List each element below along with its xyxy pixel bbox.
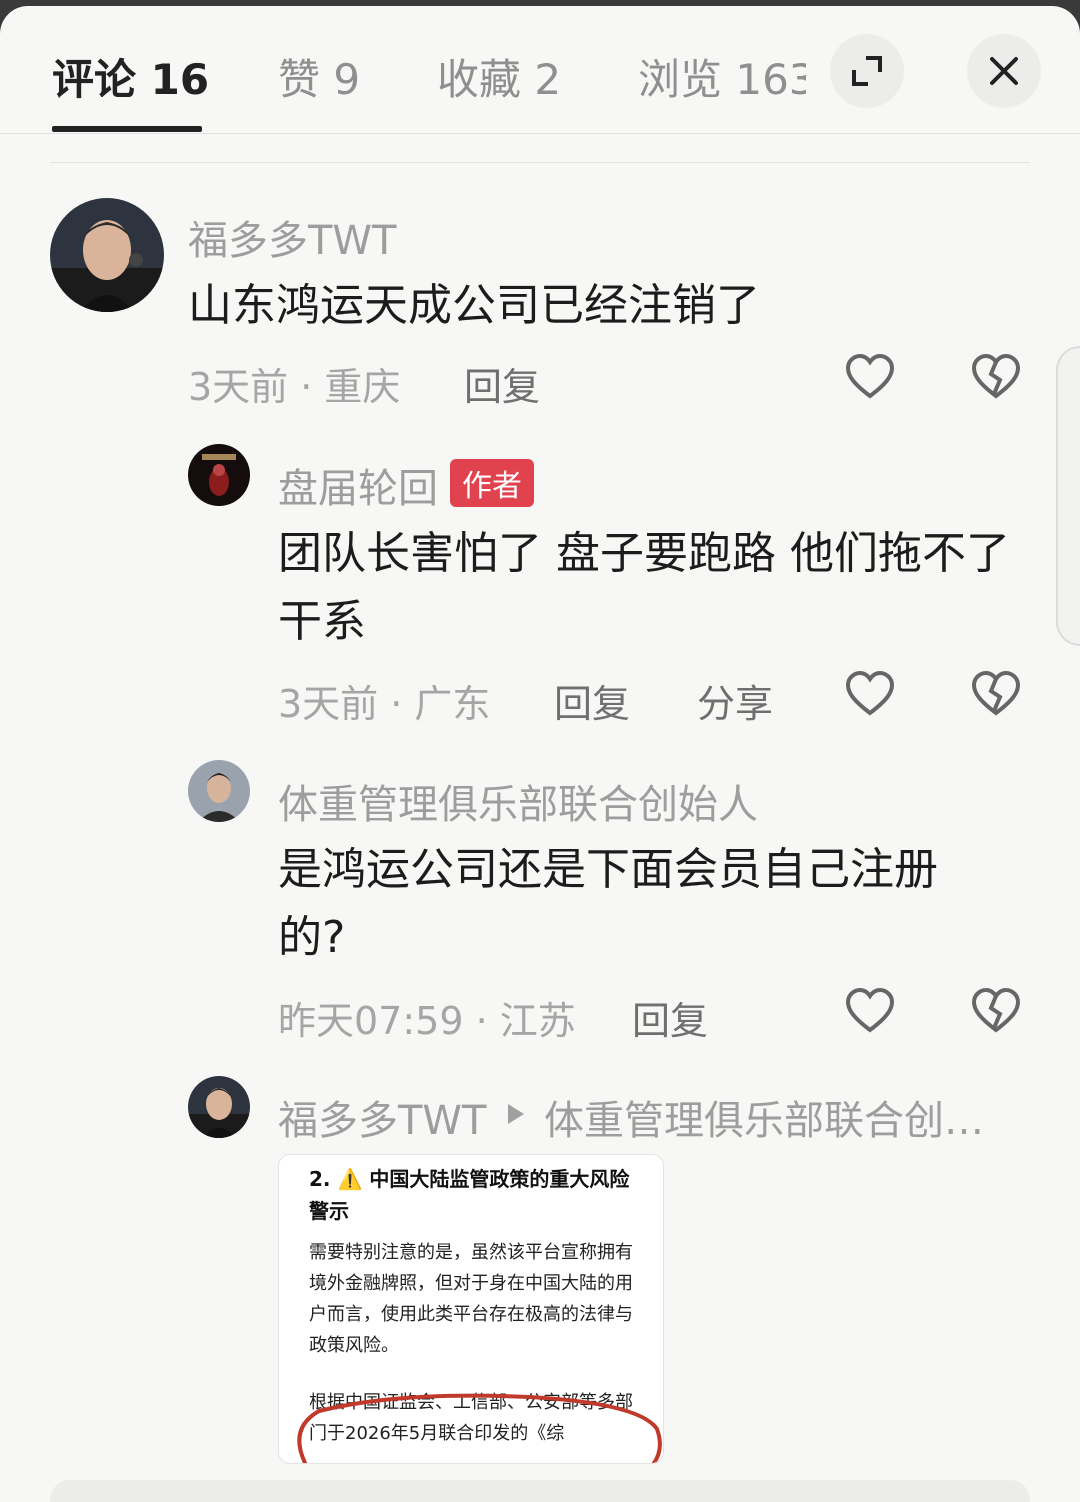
expand-icon [852,56,882,86]
heart-icon[interactable] [844,986,896,1038]
comments-sheet: 评论 16 赞 9 收藏 2 浏览 163 福多多TWT 山东鸿运天成公司已经注… [0,6,1080,1502]
comment-username[interactable]: 福多多TWT [278,1088,486,1146]
tab-views[interactable]: 浏览 163 [638,46,806,106]
tab-favorites[interactable]: 收藏 2 [437,46,561,107]
broken-heart-icon[interactable] [970,986,1022,1038]
reply-button[interactable]: 回复 [464,356,540,411]
scrollbar[interactable] [1056,346,1080,646]
comment-text: 是鸿运公司还是下面会员自己注册的? [278,844,938,963]
avatar[interactable] [50,198,164,312]
comment-meta: 3天前 · 广东 [278,682,491,726]
reply-button[interactable]: 回复 [554,673,630,728]
image-heading: 2. ⚠️ 中国大陆监管政策的重大风险警示 [309,1167,630,1223]
comment-text: 山东鸿运天成公司已经注销了 [188,280,760,331]
close-button[interactable] [967,34,1041,108]
comment-meta: 昨天07:59 · 江苏 [278,999,576,1043]
comment-username[interactable]: 盘届轮回 [278,456,438,514]
heart-icon[interactable] [844,669,896,721]
avatar[interactable] [188,760,250,822]
comment-meta: 3天前 · 重庆 [188,365,401,409]
comment-username[interactable]: 福多多TWT [188,208,396,266]
active-tab-indicator [52,126,202,132]
broken-heart-icon[interactable] [970,669,1022,721]
image-paragraph: 需要特别注意的是，虽然该平台宣称拥有境外金融牌照，但对于身在中国大陆的用户而言，… [309,1242,633,1356]
reply-button[interactable]: 回复 [632,990,708,1045]
comment-input-bar[interactable] [50,1480,1030,1502]
tab-likes[interactable]: 赞 9 [278,46,360,107]
tab-bar: 评论 16 赞 9 收藏 2 浏览 163 [0,6,1080,134]
comment-text: 团队长害怕了 盘子要跑路 他们拖不了干系 [278,528,1010,647]
tab-views-clip: 浏览 163 [638,46,806,106]
broken-heart-icon[interactable] [970,352,1022,404]
avatar[interactable] [188,444,250,506]
annotation-circle [297,1393,662,1463]
avatar[interactable] [188,1076,250,1138]
play-triangle-icon [508,1104,524,1124]
close-icon [990,57,1018,85]
comment-image[interactable]: 2. ⚠️ 中国大陆监管政策的重大风险警示 需要特别注意的是，虽然该平台宣称拥有… [278,1154,664,1464]
heart-icon[interactable] [844,352,896,404]
divider [50,162,1030,163]
tab-comments[interactable]: 评论 16 [52,46,209,107]
reply-to-username[interactable]: 体重管理俱乐部联合创… [544,1088,984,1146]
comment-username[interactable]: 体重管理俱乐部联合创始人 [278,772,758,830]
expand-button[interactable] [830,34,904,108]
author-badge: 作者 [450,459,534,507]
share-button[interactable]: 分享 [697,673,773,728]
